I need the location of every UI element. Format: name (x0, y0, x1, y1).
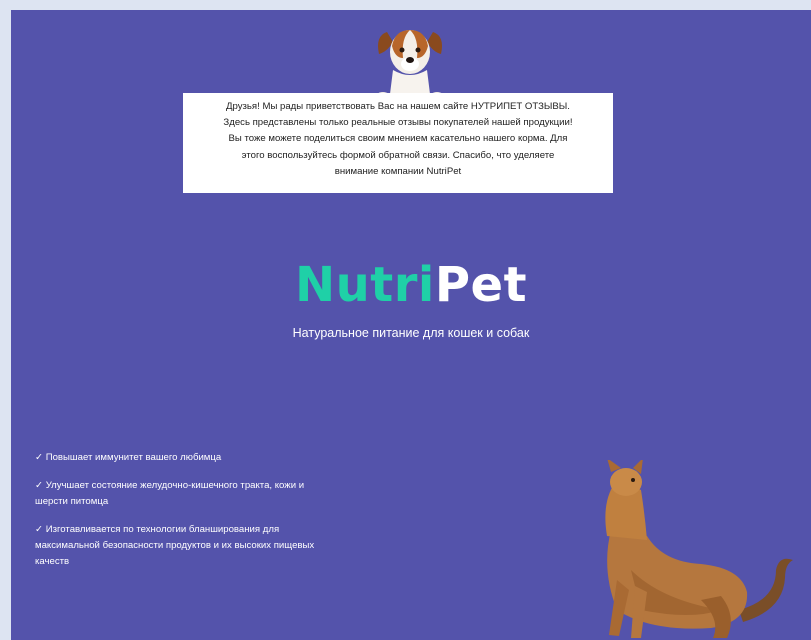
benefits-list: ✓ Повышает иммунитет вашего любимца ✓ Ул… (35, 450, 325, 582)
welcome-line: Здесь представлены только реальные отзыв… (223, 117, 573, 129)
cat-image (571, 458, 801, 640)
tagline: Натуральное питание для кошек и собак (292, 326, 530, 340)
welcome-message-box: Друзья! Мы рады приветствовать Вас на на… (183, 93, 613, 193)
welcome-line: этого воспользуйтесь формой обратной свя… (241, 149, 555, 161)
benefit-item: ✓ Улучшает состояние желудочно-кишечного… (35, 480, 305, 507)
welcome-line: Друзья! Мы рады приветствовать Вас на на… (226, 101, 570, 112)
nutripet-logo: NutriPet (11, 257, 811, 313)
logo-part-pet: Pet (434, 257, 528, 313)
benefit-item: ✓ Повышает иммунитет вашего любимца (35, 452, 222, 463)
logo-part-nutri: Nutri (294, 257, 435, 313)
welcome-line: внимание компании NutriPet (334, 165, 462, 177)
welcome-line: Вы тоже можете поделиться своим мнением … (228, 133, 568, 145)
benefit-item: ✓ Изготавливается по технологии бланширо… (35, 524, 315, 567)
landing-page: Друзья! Мы рады приветствовать Вас на на… (11, 10, 811, 640)
